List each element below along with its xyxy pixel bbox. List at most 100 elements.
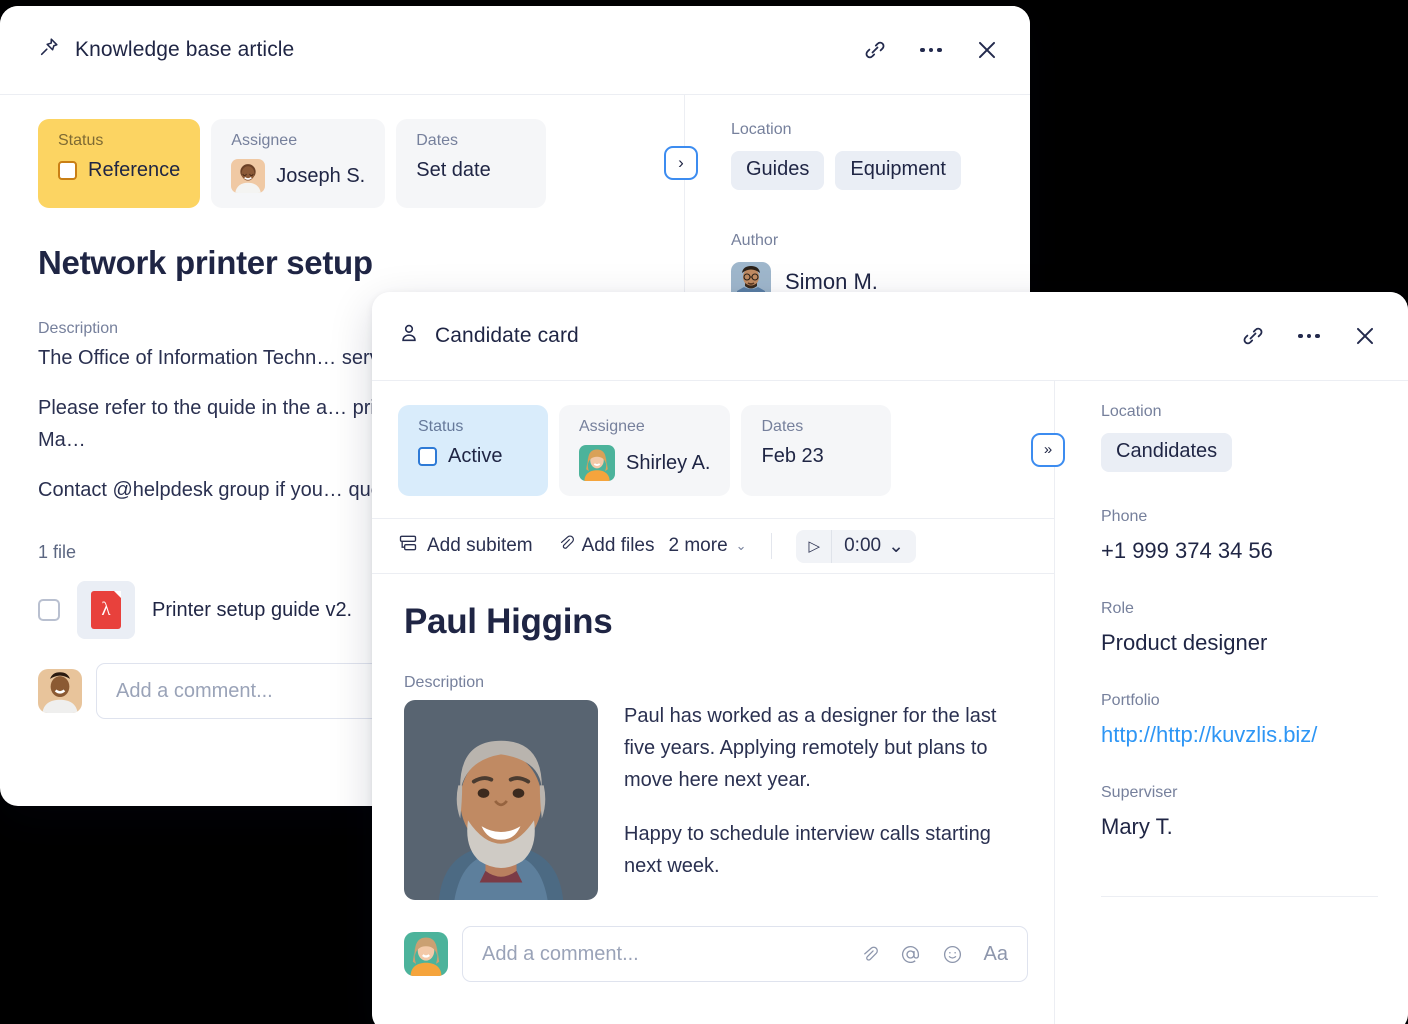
avatar-current-user	[38, 669, 82, 713]
play-icon[interactable]: ▷	[796, 532, 832, 560]
candidate-side-phone-value[interactable]: +1 999 374 34 56	[1101, 538, 1378, 564]
add-subitem-label: Add subitem	[427, 535, 533, 556]
candidate-side-portfolio-label: Portfolio	[1101, 692, 1160, 709]
kb-side-author-label: Author	[731, 232, 779, 249]
kb-side-location-label: Location	[731, 121, 792, 138]
candidate-card: Candidate card Status Active Assignee Sh…	[372, 292, 1408, 1024]
kb-fields-row: Status Reference Assignee Joseph S. Date…	[0, 95, 698, 230]
kb-card-title-group: Knowledge base article	[38, 36, 294, 64]
candidate-fields-expand-button[interactable]: »	[1031, 432, 1065, 467]
candidate-field-assignee-value-group: Shirley A.	[579, 445, 710, 481]
close-icon[interactable]	[1348, 319, 1382, 353]
kb-field-assignee-label: Assignee	[231, 132, 298, 149]
kb-field-status-value: Reference	[88, 159, 181, 181]
link-icon[interactable]	[858, 33, 892, 67]
candidate-comment-input[interactable]: Add a comment... Aa	[462, 926, 1028, 982]
candidate-description-text: Paul has worked as a designer for the la…	[624, 700, 1028, 900]
candidate-side-supervisor-value[interactable]: Mary T.	[1101, 814, 1378, 840]
candidate-card-title-text: Candidate card	[435, 324, 579, 347]
kb-field-assignee-value-group: Joseph S.	[231, 159, 365, 193]
candidate-field-assignee-value: Shirley A.	[626, 451, 711, 474]
candidate-field-dates-value: Feb 23	[761, 445, 824, 467]
candidate-comment-bar: Add a comment... Aa	[404, 926, 1028, 982]
avatar-shirley	[579, 445, 615, 481]
candidate-actions-strip: Add subitem Add files 2 more ⌄ ▷ 0:00 ⌄	[372, 518, 1054, 574]
pdf-file-icon: λ	[77, 581, 135, 639]
emoji-icon[interactable]	[942, 944, 963, 965]
chevron-down-icon: ⌄	[888, 535, 904, 557]
avatar-comment-user	[404, 932, 448, 976]
more-icon[interactable]	[914, 33, 948, 67]
candidate-description-body: Paul has worked as a designer for the la…	[404, 700, 1028, 900]
kb-item-title: Network printer setup	[38, 244, 373, 281]
kb-file-name: Printer setup guide v2.	[152, 598, 353, 621]
candidate-main-content: Paul Higgins Description Paul has worked…	[372, 574, 1054, 982]
person-icon	[398, 322, 420, 350]
candidate-field-assignee[interactable]: Assignee Shirley A.	[559, 405, 731, 496]
candidate-fields-row: Status Active Assignee Shirley A. Dates …	[372, 381, 1065, 518]
candidate-field-status-value-group: Active	[418, 445, 528, 468]
comment-toolbar: Aa	[860, 943, 1008, 966]
candidate-side-location-label: Location	[1101, 403, 1162, 420]
status-checkbox-icon[interactable]	[58, 161, 77, 180]
kb-card-title-text: Knowledge base article	[75, 38, 295, 61]
subitem-icon	[398, 533, 418, 559]
candidate-side-role-value[interactable]: Product designer	[1101, 630, 1378, 656]
kb-field-status-label: Status	[58, 132, 104, 149]
candidate-side-portfolio-link[interactable]: http://http://kuvzlis.biz/	[1101, 722, 1317, 747]
mention-icon[interactable]	[900, 944, 921, 965]
link-icon[interactable]	[1236, 319, 1270, 353]
candidate-side-location-tags: Candidates	[1101, 433, 1378, 472]
add-files-label: Add files	[581, 535, 655, 556]
candidate-card-title-group: Candidate card	[398, 322, 579, 350]
chevron-down-icon: ⌄	[735, 538, 747, 553]
more-fields-label: 2 more	[668, 535, 728, 556]
candidate-field-dates[interactable]: Dates Feb 23	[741, 405, 892, 496]
format-icon[interactable]: Aa	[984, 943, 1008, 966]
attach-icon	[557, 534, 575, 558]
pdf-glyph: λ	[91, 591, 121, 629]
candidate-side-panel: Location Candidates Phone +1 999 374 34 …	[1054, 381, 1408, 1024]
candidate-field-status[interactable]: Status Active	[398, 405, 548, 496]
file-select-checkbox[interactable]	[38, 599, 60, 621]
kb-field-dates[interactable]: Dates Set date	[396, 119, 547, 208]
add-files-button[interactable]: Add files	[557, 534, 655, 558]
location-tag[interactable]: Candidates	[1101, 433, 1233, 472]
kb-field-assignee[interactable]: Assignee Joseph S.	[211, 119, 386, 208]
screen: Knowledge base article Status Reference …	[0, 0, 1408, 1024]
time-tracker: ▷ 0:00 ⌄	[795, 529, 916, 563]
kb-header-actions	[858, 33, 1004, 67]
candidate-card-body: Status Active Assignee Shirley A. Dates …	[372, 381, 1408, 1024]
candidate-field-status-value: Active	[448, 445, 503, 467]
pin-icon	[38, 36, 60, 64]
candidate-field-status-label: Status	[418, 418, 464, 435]
kb-field-dates-value: Set date	[416, 159, 491, 181]
location-tag[interactable]: Guides	[731, 151, 825, 190]
more-dots	[1298, 333, 1320, 339]
more-dots	[920, 47, 942, 53]
close-icon[interactable]	[970, 33, 1004, 67]
timer-value: 0:00	[844, 535, 882, 556]
candidate-side-supervisor-label: Superviser	[1101, 784, 1178, 801]
more-icon[interactable]	[1292, 319, 1326, 353]
candidate-comment-placeholder: Add a comment...	[482, 942, 639, 965]
timer-value-button[interactable]: 0:00 ⌄	[832, 530, 916, 563]
kb-field-dates-label: Dates	[416, 132, 459, 149]
attach-icon[interactable]	[860, 945, 879, 964]
more-fields-button[interactable]: 2 more ⌄	[669, 535, 747, 557]
candidate-field-assignee-label: Assignee	[579, 418, 645, 435]
candidate-main-column: Status Active Assignee Shirley A. Dates …	[372, 381, 1065, 1024]
status-checkbox-icon[interactable]	[418, 447, 437, 466]
candidate-card-header: Candidate card	[372, 292, 1408, 381]
kb-field-status-value-group: Reference	[58, 159, 180, 182]
add-subitem-button[interactable]: Add subitem	[398, 533, 533, 559]
kb-fields-expand-button[interactable]: ›	[664, 145, 698, 180]
kb-field-assignee-value: Joseph S.	[276, 164, 366, 187]
candidate-description-label: Description	[404, 674, 485, 691]
location-tag[interactable]: Equipment	[835, 151, 961, 190]
candidate-side-phone-label: Phone	[1101, 508, 1148, 525]
kb-field-status[interactable]: Status Reference	[38, 119, 201, 208]
candidate-item-title: Paul Higgins	[404, 602, 613, 641]
side-divider	[1101, 896, 1378, 897]
kb-side-location-tags: Guides Equipment	[731, 151, 1000, 190]
